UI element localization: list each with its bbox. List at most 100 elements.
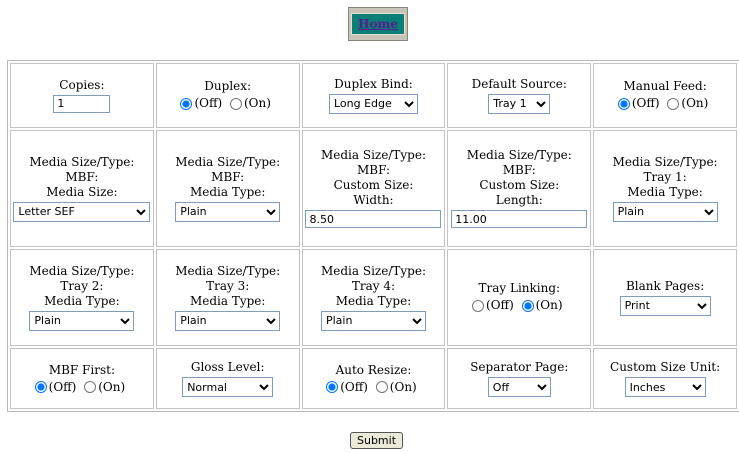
table-row: Copies: Duplex: (Off) (On) Duplex Bind: …: [10, 63, 737, 128]
manual-feed-off-label: (Off): [631, 96, 660, 111]
duplex-label: Duplex:: [204, 79, 252, 94]
auto-resize-on-label: (On): [389, 379, 417, 394]
tray-linking-label: Tray Linking:: [478, 281, 561, 296]
mbf-type-label-3: Media Type:: [189, 184, 266, 199]
manual-feed-on-label: (On): [681, 96, 709, 111]
duplex-cell: Duplex: (Off) (On): [155, 63, 300, 128]
default-source-label: Default Source:: [471, 76, 567, 91]
tray1-type-label-2: Tray 1:: [643, 169, 687, 184]
auto-resize-on-radio[interactable]: [375, 381, 388, 394]
manual-feed-cell: Manual Feed: (Off) (On): [593, 63, 737, 128]
gloss-level-label: Gloss Level:: [190, 360, 265, 375]
tray-linking-off-label: (Off): [486, 298, 514, 313]
tray1-media-type-select[interactable]: Plain: [612, 201, 718, 222]
duplex-bind-label: Duplex Bind:: [334, 76, 413, 91]
mbf-first-on-radio[interactable]: [84, 381, 97, 394]
home-link[interactable]: Home: [358, 17, 398, 31]
separator-page-select[interactable]: Off: [487, 377, 551, 398]
custom-width-label-3: Custom Size:: [333, 178, 414, 193]
custom-length-cell: Media Size/Type: MBF: Custom Size: Lengt…: [447, 129, 592, 247]
gloss-level-select[interactable]: Normal: [182, 377, 274, 398]
custom-width-label-1: Media Size/Type:: [320, 148, 426, 163]
manual-feed-on-radio[interactable]: [667, 97, 680, 110]
mbf-size-cell: Media Size/Type: MBF: Media Size: Letter…: [10, 129, 154, 247]
tray2-type-label-3: Media Type:: [44, 293, 120, 308]
copies-label: Copies:: [59, 77, 105, 92]
tray1-type-label-1: Media Size/Type:: [612, 154, 718, 169]
tray2-type-label-2: Tray 2:: [60, 278, 104, 293]
mbf-media-size-select[interactable]: Letter SEF: [13, 201, 151, 222]
custom-length-label-1: Media Size/Type:: [466, 148, 572, 163]
custom-width-input[interactable]: [305, 210, 442, 229]
tray1-type-cell: Media Size/Type: Tray 1: Media Type: Pla…: [593, 129, 737, 247]
mbf-size-label-1: Media Size/Type:: [29, 154, 135, 169]
blank-pages-label: Blank Pages:: [625, 278, 705, 293]
duplex-off-radio[interactable]: [180, 97, 193, 110]
tray4-type-label-2: Tray 4:: [351, 278, 396, 293]
tray1-type-label-3: Media Type:: [627, 184, 703, 199]
tray3-type-cell: Media Size/Type: Tray 3: Media Type: Pla…: [155, 248, 300, 347]
duplex-bind-cell: Duplex Bind: Long Edge: [301, 63, 446, 128]
custom-width-label-4: Width:: [353, 193, 394, 208]
default-source-cell: Default Source: Tray 1: [447, 63, 592, 128]
custom-length-label-3: Custom Size:: [479, 178, 560, 193]
tray3-type-label-2: Tray 3:: [206, 278, 250, 293]
submit-button[interactable]: Submit: [350, 432, 404, 449]
custom-length-input[interactable]: [451, 210, 588, 229]
tray-linking-off-radio[interactable]: [472, 299, 485, 312]
home-button[interactable]: Home: [351, 13, 405, 35]
tray4-type-label-1: Media Size/Type:: [320, 263, 426, 278]
mbf-first-cell: MBF First: (Off) (On): [10, 348, 154, 409]
mbf-first-off-label: (Off): [48, 379, 77, 394]
manual-feed-label: Manual Feed:: [623, 79, 707, 94]
tray3-media-type-select[interactable]: Plain: [175, 310, 281, 331]
custom-size-unit-label: Custom Size Unit:: [610, 360, 721, 375]
mbf-type-cell: Media Size/Type: MBF: Media Type: Plain: [155, 129, 300, 247]
custom-length-label-2: MBF:: [502, 163, 536, 178]
mbf-first-off-radio[interactable]: [34, 381, 47, 394]
custom-width-cell: Media Size/Type: MBF: Custom Size: Width…: [301, 129, 446, 247]
duplex-bind-select[interactable]: Long Edge: [328, 93, 418, 114]
mbf-size-label-3: Media Size:: [46, 184, 118, 199]
table-row: MBF First: (Off) (On) Gloss Level: Norma…: [10, 348, 737, 409]
mbf-first-on-label: (On): [98, 379, 126, 394]
tray-linking-cell: Tray Linking: (Off) (On): [447, 248, 592, 347]
mbf-type-label-1: Media Size/Type:: [175, 154, 281, 169]
auto-resize-off-label: (Off): [340, 379, 368, 394]
custom-size-unit-select[interactable]: Inches: [624, 377, 706, 398]
home-button-frame: Home: [348, 7, 408, 41]
duplex-on-radio[interactable]: [230, 97, 242, 110]
duplex-on-label: (On): [244, 96, 271, 111]
custom-size-unit-cell: Custom Size Unit: Inches: [593, 348, 737, 409]
auto-resize-cell: Auto Resize: (Off) (On): [301, 348, 446, 409]
tray4-type-label-3: Media Type:: [335, 293, 412, 308]
copies-input[interactable]: [53, 94, 111, 113]
mbf-first-label: MBF First:: [48, 362, 115, 377]
tray2-media-type-select[interactable]: Plain: [29, 310, 135, 331]
tray4-type-cell: Media Size/Type: Tray 4: Media Type: Pla…: [301, 248, 446, 347]
tray2-type-cell: Media Size/Type: Tray 2: Media Type: Pla…: [10, 248, 154, 347]
tray2-type-label-1: Media Size/Type:: [29, 263, 135, 278]
mbf-size-label-2: MBF:: [65, 169, 99, 184]
tray4-media-type-select[interactable]: Plain: [320, 310, 426, 331]
mbf-media-type-select[interactable]: Plain: [175, 201, 281, 222]
blank-pages-select[interactable]: Print: [619, 295, 711, 316]
tray3-type-label-3: Media Type:: [189, 293, 266, 308]
separator-page-cell: Separator Page: Off: [447, 348, 592, 409]
custom-width-label-2: MBF:: [356, 163, 391, 178]
tray3-type-label-1: Media Size/Type:: [175, 263, 281, 278]
tray-linking-on-label: (On): [535, 298, 563, 313]
mbf-type-label-2: MBF:: [211, 169, 245, 184]
custom-length-label-4: Length:: [495, 193, 543, 208]
gloss-level-cell: Gloss Level: Normal: [155, 348, 300, 409]
separator-page-label: Separator Page:: [470, 360, 569, 375]
copies-cell: Copies:: [10, 63, 154, 128]
blank-pages-cell: Blank Pages: Print: [593, 248, 737, 347]
tray-linking-on-radio[interactable]: [521, 299, 534, 312]
duplex-off-label: (Off): [194, 96, 223, 111]
table-row: Media Size/Type: MBF: Media Size: Letter…: [10, 129, 737, 247]
settings-table: Copies: Duplex: (Off) (On) Duplex Bind: …: [7, 60, 739, 412]
manual-feed-off-radio[interactable]: [617, 97, 630, 110]
default-source-select[interactable]: Tray 1: [488, 93, 551, 114]
auto-resize-off-radio[interactable]: [326, 381, 339, 394]
